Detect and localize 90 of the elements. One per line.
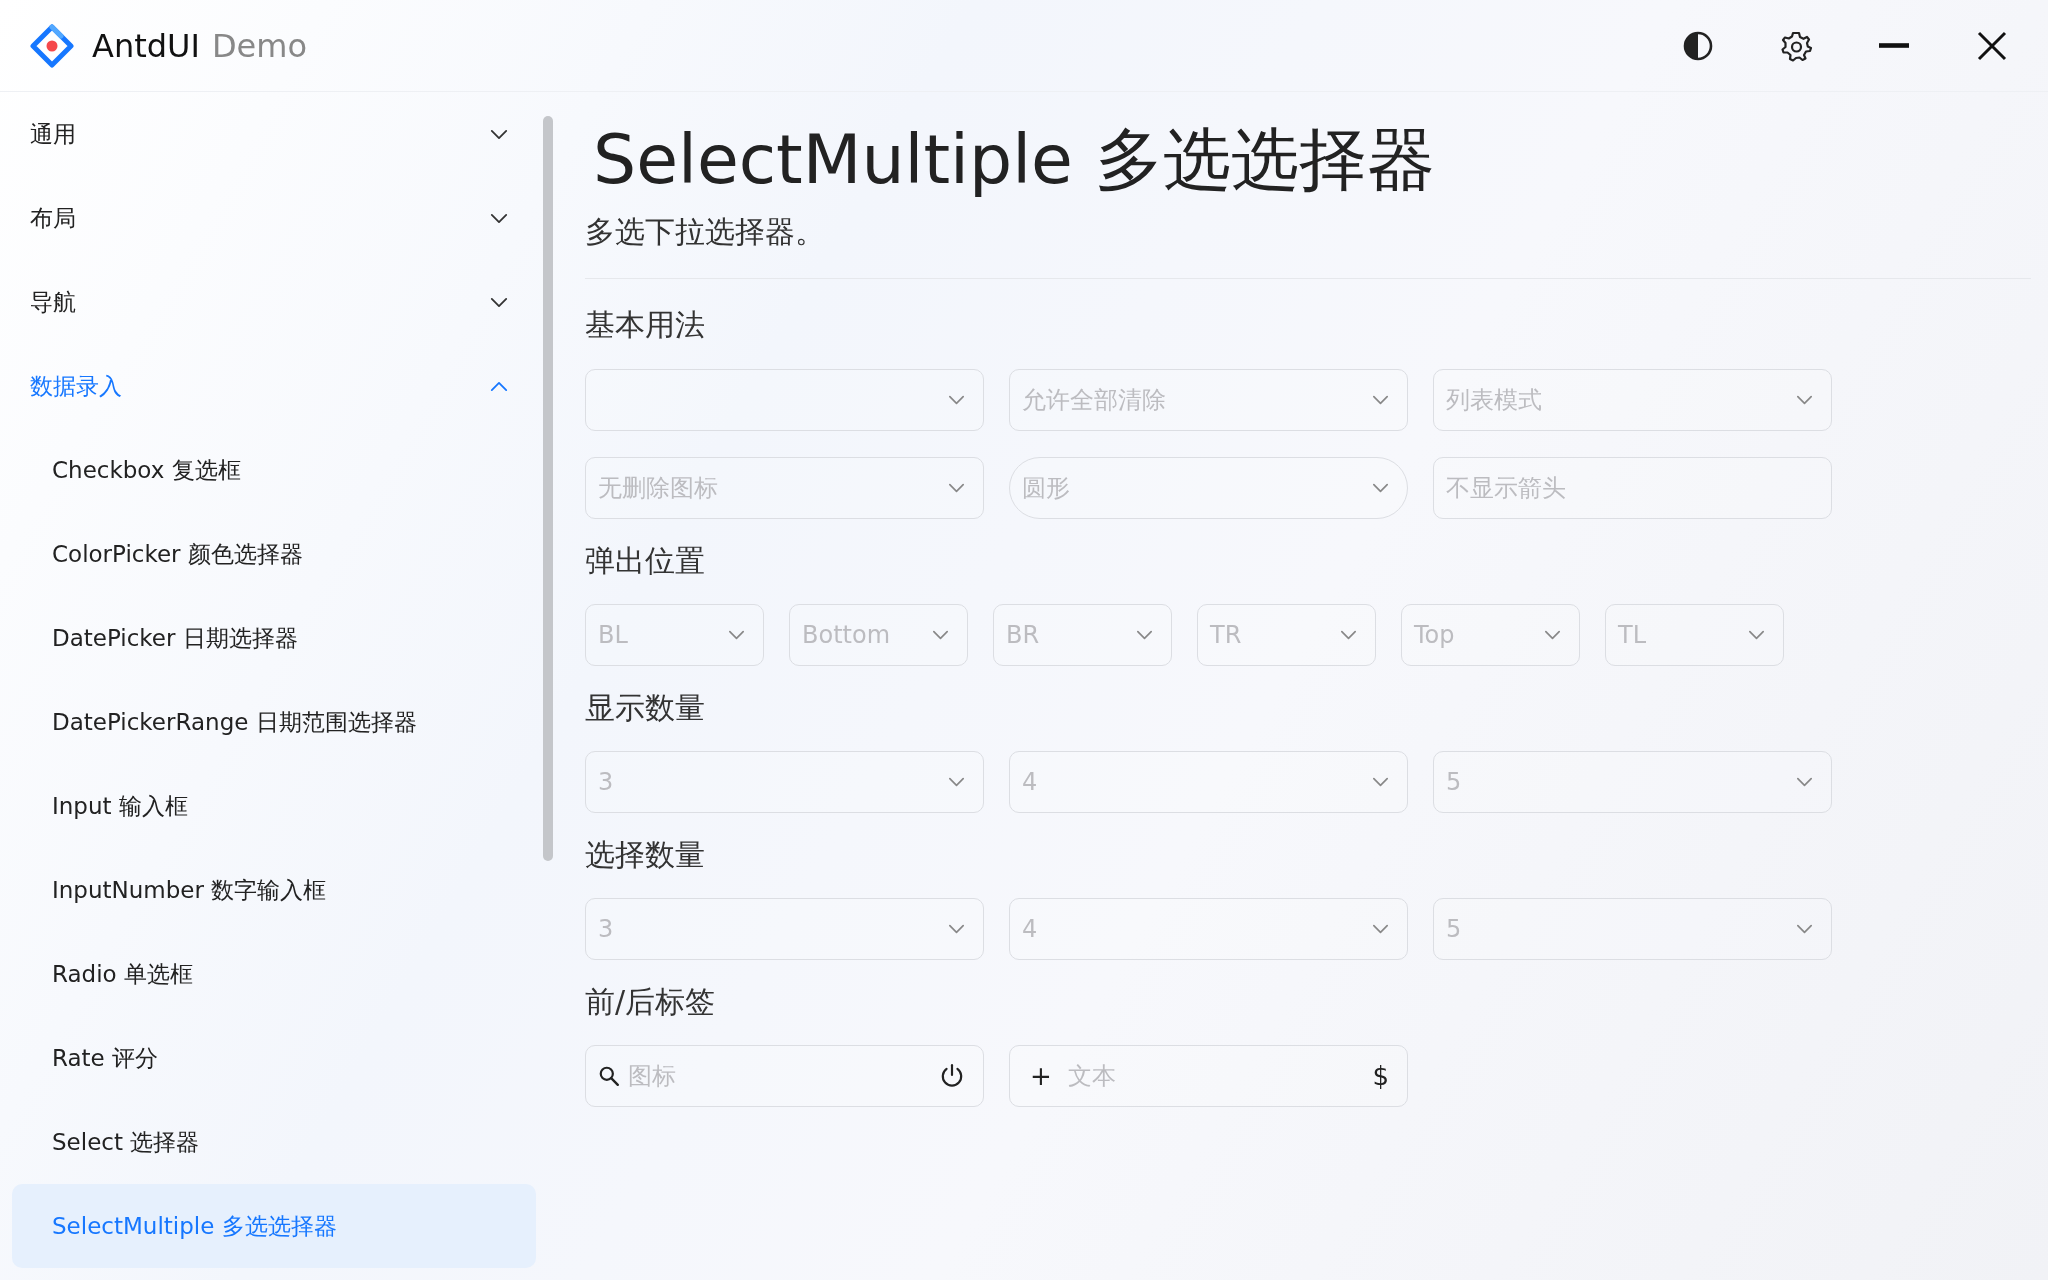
page-title: SelectMultiple 多选选择器: [593, 119, 1436, 201]
select-field[interactable]: 列表模式: [1433, 369, 1832, 431]
app-title: AntdUI: [92, 26, 200, 65]
sidebar-item[interactable]: Checkbox 复选框: [12, 428, 536, 512]
chevron-icon: [1544, 630, 1561, 640]
chevron-icon: [490, 296, 508, 308]
select-field[interactable]: 4: [1009, 751, 1408, 813]
chevron-icon: [1136, 630, 1153, 640]
sidebar-group[interactable]: 通用: [12, 92, 536, 176]
chevron-icon: [932, 630, 949, 640]
chevron-icon: [1796, 924, 1813, 934]
chevron-icon: [490, 380, 508, 392]
placeholder-text: 3: [598, 915, 615, 943]
select-field[interactable]: 5: [1433, 898, 1832, 960]
sidebar-group[interactable]: 数据录入: [12, 344, 536, 428]
placeholder-text: TL: [1618, 621, 1648, 649]
placeholder-text: 5: [1446, 768, 1463, 796]
chevron-icon: [728, 630, 745, 640]
power-icon: [939, 1063, 965, 1089]
sidebar-item[interactable]: Rate 评分: [12, 1016, 536, 1100]
select-field[interactable]: BL: [585, 604, 764, 666]
placeholder-text: 允许全部清除: [1022, 385, 1167, 416]
select-field[interactable]: TL: [1605, 604, 1784, 666]
section-heading: 弹出位置: [585, 542, 706, 580]
chevron-icon: [1372, 483, 1389, 493]
chevron-icon: [1372, 395, 1389, 405]
placeholder-text: 图标: [628, 1061, 677, 1092]
search-icon: [598, 1065, 620, 1087]
chevron-icon: [1796, 395, 1813, 405]
chevron-icon: [1372, 924, 1389, 934]
sidebar-group[interactable]: 布局: [12, 176, 536, 260]
sidebar-item[interactable]: DatePicker 日期选择器: [12, 596, 536, 680]
select-field[interactable]: 3: [585, 898, 984, 960]
placeholder-text: BR: [1006, 621, 1041, 649]
minimize-icon: [1879, 43, 1909, 48]
app-subtitle: Demo: [211, 26, 307, 65]
select-field[interactable]: Bottom: [789, 604, 968, 666]
placeholder-text: 4: [1022, 768, 1039, 796]
chevron-icon: [1748, 630, 1765, 640]
section-heading: 选择数量: [585, 836, 706, 874]
placeholder-text: 圆形: [1022, 473, 1071, 504]
chevron-icon: [490, 212, 508, 224]
chevron-icon: [948, 395, 965, 405]
page-description: 多选下拉选择器。: [585, 213, 826, 251]
chevron-icon: [490, 128, 508, 140]
chevron-icon: [1340, 630, 1357, 640]
chevron-icon: [1796, 777, 1813, 787]
select-field[interactable]: 3: [585, 751, 984, 813]
placeholder-text: BL: [598, 621, 629, 649]
placeholder-text: 文本: [1067, 1061, 1117, 1092]
sidebar-item[interactable]: Select 选择器: [12, 1100, 536, 1184]
placeholder-text: TR: [1210, 621, 1243, 649]
select-field[interactable]: [585, 369, 984, 431]
placeholder-text: 3: [598, 768, 615, 796]
select-field[interactable]: BR: [993, 604, 1172, 666]
select-field[interactable]: 5: [1433, 751, 1832, 813]
chevron-icon: [1372, 777, 1389, 787]
placeholder-text: Top: [1414, 621, 1456, 649]
section-heading: 基本用法: [585, 306, 706, 344]
chevron-icon: [948, 924, 965, 934]
sidebar-item[interactable]: InputNumber 数字输入框: [12, 848, 536, 932]
select-field[interactable]: 图标: [585, 1045, 984, 1107]
section-heading: 前/后标签: [585, 983, 717, 1021]
chevron-icon: [948, 483, 965, 493]
select-field[interactable]: + 文本 $: [1009, 1045, 1408, 1107]
prefix-label: +: [1030, 1061, 1052, 1091]
placeholder-text: 不显示箭头: [1446, 473, 1567, 504]
section-heading: 显示数量: [585, 689, 706, 727]
sidebar-item[interactable]: SelectMultiple 多选选择器: [12, 1184, 536, 1268]
sidebar-item[interactable]: Input 输入框: [12, 764, 536, 848]
select-field[interactable]: 4: [1009, 898, 1408, 960]
scrollbar-thumb[interactable]: [543, 116, 553, 861]
placeholder-text: Bottom: [802, 621, 892, 649]
sidebar-item[interactable]: DatePickerRange 日期范围选择器: [12, 680, 536, 764]
chevron-icon: [948, 777, 965, 787]
sidebar-group[interactable]: 导航: [12, 260, 536, 344]
placeholder-text: 4: [1022, 915, 1039, 943]
sidebar-item[interactable]: ColorPicker 颜色选择器: [12, 512, 536, 596]
placeholder-text: 列表模式: [1446, 385, 1543, 416]
placeholder-text: 无删除图标: [598, 473, 719, 504]
select-field[interactable]: 允许全部清除: [1009, 369, 1408, 431]
sidebar-item[interactable]: Radio 单选框: [12, 932, 536, 1016]
select-field[interactable]: 圆形: [1009, 457, 1408, 519]
select-field[interactable]: 不显示箭头: [1433, 457, 1832, 519]
suffix-label: $: [1372, 1061, 1389, 1091]
select-field[interactable]: 无删除图标: [585, 457, 984, 519]
select-field[interactable]: TR: [1197, 604, 1376, 666]
select-field[interactable]: Top: [1401, 604, 1580, 666]
logo-icon: [30, 23, 74, 68]
placeholder-text: 5: [1446, 915, 1463, 943]
